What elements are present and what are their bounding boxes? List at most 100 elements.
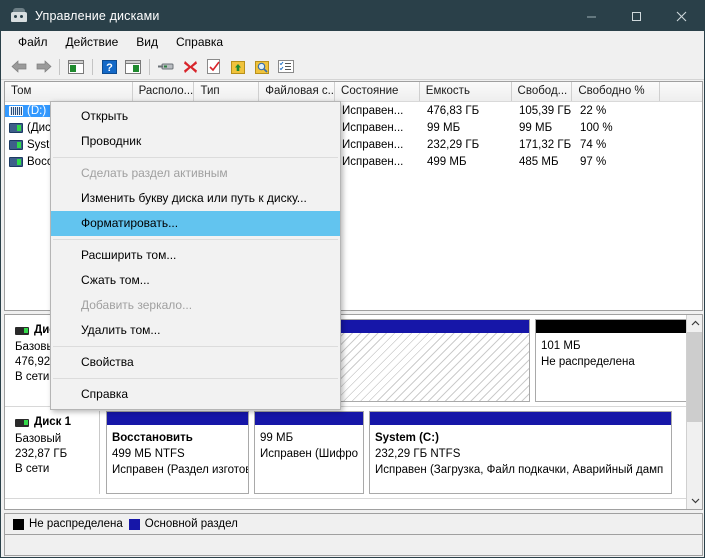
close-button[interactable] xyxy=(659,1,704,31)
volume-icon xyxy=(9,122,23,133)
column-header-volume[interactable]: Том xyxy=(5,82,133,101)
partition-size: 499 МБ NTFS xyxy=(112,448,185,460)
context-menu-item-open[interactable]: Открыть xyxy=(51,104,340,129)
partition-body: System (C:) 232,29 ГБ NTFS Исправен (Заг… xyxy=(370,425,671,493)
volume-list-header: Том Располо... Тип Файловая с... Состоян… xyxy=(5,82,702,102)
context-menu-item-delete-volume[interactable]: Удалить том... xyxy=(51,318,340,343)
svg-text:?: ? xyxy=(106,62,113,74)
status-cell: Исправен... xyxy=(342,121,404,134)
capacity-cell: 476,83 ГБ xyxy=(427,104,480,117)
free-cell: 105,39 ГБ xyxy=(519,104,572,117)
free-cell: 485 МБ xyxy=(519,155,559,168)
properties-icon[interactable] xyxy=(202,56,226,78)
column-header-capacity[interactable]: Емкость xyxy=(419,82,512,101)
vertical-scrollbar[interactable] xyxy=(686,315,702,509)
disk-type: Базовый xyxy=(15,433,62,445)
partition-color-bar xyxy=(107,412,248,425)
list-view-icon[interactable] xyxy=(274,56,298,78)
show-hide-console-tree-icon[interactable] xyxy=(64,56,88,78)
volume-icon xyxy=(9,156,23,167)
disk-icon xyxy=(15,326,29,335)
disk-label[interactable]: Диск 1 Базовый 232,87 ГБ В сети xyxy=(7,411,100,494)
title-bar: Управление дисками xyxy=(1,1,704,31)
volume-icon xyxy=(9,139,23,150)
disk-row[interactable]: Диск 1 Базовый 232,87 ГБ В сети Восстано… xyxy=(5,407,688,499)
partition-color-bar xyxy=(370,412,671,425)
extend-volume-icon[interactable] xyxy=(226,56,250,78)
partition-status: Исправен (Раздел изготов xyxy=(112,464,248,476)
capacity-cell: 499 МБ xyxy=(427,155,467,168)
context-menu[interactable]: Открыть Проводник Сделать раздел активны… xyxy=(50,101,341,410)
context-menu-item-help[interactable]: Справка xyxy=(51,382,340,407)
chevron-down-icon[interactable] xyxy=(687,492,702,509)
menu-view[interactable]: Вид xyxy=(127,32,167,52)
delete-icon[interactable] xyxy=(178,56,202,78)
show-hide-action-pane-icon[interactable] xyxy=(121,56,145,78)
window-title: Управление дисками xyxy=(35,9,160,23)
partition-status: Не распределена xyxy=(541,356,635,368)
menu-action[interactable]: Действие xyxy=(57,32,128,52)
partition-color-bar xyxy=(536,320,686,333)
column-header-type[interactable]: Тип xyxy=(194,82,260,101)
disk-icon xyxy=(15,418,29,427)
disk-management-window: Управление дисками Файл Действие Вид Спр… xyxy=(0,0,705,558)
column-header-layout[interactable]: Располо... xyxy=(132,82,195,101)
context-menu-separator xyxy=(53,239,338,240)
context-menu-separator xyxy=(53,378,338,379)
column-header-free[interactable]: Свобод... xyxy=(511,82,573,101)
partition-status: Исправен (Шифро xyxy=(260,448,359,460)
context-menu-item-explore[interactable]: Проводник xyxy=(51,129,340,154)
column-header-free-percent[interactable]: Свободно % xyxy=(572,82,661,101)
legend: Не распределена Основной раздел xyxy=(4,513,703,534)
free-cell: 171,32 ГБ xyxy=(519,138,572,151)
partition-name: Восстановить xyxy=(112,432,193,444)
window-controls xyxy=(569,1,704,31)
scrollbar-thumb[interactable] xyxy=(687,332,702,422)
menu-file[interactable]: Файл xyxy=(9,32,57,52)
status-cell: Исправен... xyxy=(342,138,404,151)
partition-size: 99 МБ xyxy=(260,432,294,444)
volume-label: (D:) xyxy=(27,104,47,117)
legend-item-unallocated: Не распределена xyxy=(13,518,123,530)
partition-body: 101 МБ Не распределена xyxy=(536,333,686,401)
partition[interactable]: 99 МБ Исправен (Шифро xyxy=(254,411,364,494)
column-header-filler xyxy=(660,82,702,101)
disk-management-icon xyxy=(10,8,28,24)
legend-label: Не распределена xyxy=(29,518,123,530)
free-percent-cell: 100 % xyxy=(580,121,613,134)
chevron-up-icon[interactable] xyxy=(687,315,702,332)
free-percent-cell: 22 % xyxy=(580,104,607,117)
legend-swatch-unallocated-icon xyxy=(13,518,24,530)
back-arrow-icon[interactable] xyxy=(7,56,31,78)
context-menu-item-shrink-volume[interactable]: Сжать том... xyxy=(51,268,340,293)
minimize-button[interactable] xyxy=(569,1,614,31)
rescan-disks-icon[interactable] xyxy=(154,56,178,78)
partition[interactable]: 101 МБ Не распределена xyxy=(535,319,687,402)
context-menu-item-properties[interactable]: Свойства xyxy=(51,350,340,375)
context-menu-item-format[interactable]: Форматировать... xyxy=(51,211,340,236)
context-menu-item-mark-partition-active: Сделать раздел активным xyxy=(81,166,228,180)
partition[interactable]: System (C:) 232,29 ГБ NTFS Исправен (Заг… xyxy=(369,411,672,494)
partition-size: 232,29 ГБ NTFS xyxy=(375,448,461,460)
forward-arrow-icon[interactable] xyxy=(31,56,55,78)
capacity-cell: 232,29 ГБ xyxy=(427,138,480,151)
context-menu-item-extend-volume[interactable]: Расширить том... xyxy=(51,243,340,268)
context-menu-item-change-drive-letter[interactable]: Изменить букву диска или путь к диску... xyxy=(51,186,340,211)
partition-body: 99 МБ Исправен (Шифро xyxy=(255,425,363,493)
free-percent-cell: 97 % xyxy=(580,155,607,168)
column-header-status[interactable]: Состояние xyxy=(335,82,420,101)
maximize-button[interactable] xyxy=(614,1,659,31)
disk-status: В сети xyxy=(15,463,50,475)
column-header-filesystem[interactable]: Файловая с... xyxy=(259,82,336,101)
partition[interactable]: Восстановить 499 МБ NTFS Исправен (Разде… xyxy=(106,411,249,494)
partition-color-bar xyxy=(255,412,363,425)
partition-name: System (C:) xyxy=(375,432,439,444)
search-icon[interactable] xyxy=(250,56,274,78)
toolbar-separator xyxy=(92,58,93,75)
partition-status: Исправен (Загрузка, Файл подкачки, Авари… xyxy=(375,464,664,476)
menu-help[interactable]: Справка xyxy=(167,32,232,52)
context-menu-item-add-mirror: Добавить зеркало... xyxy=(81,298,193,312)
partition-size: 101 МБ xyxy=(541,340,581,352)
status-cell: Исправен... xyxy=(342,155,404,168)
help-icon[interactable]: ? xyxy=(97,56,121,78)
